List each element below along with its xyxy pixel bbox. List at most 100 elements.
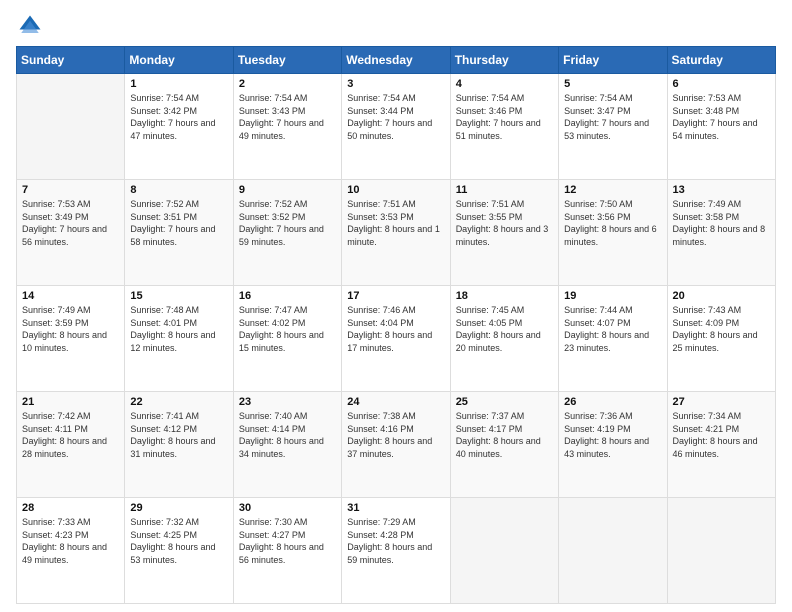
calendar-cell: 11 Sunrise: 7:51 AMSunset: 3:55 PMDayligh… xyxy=(450,180,558,286)
calendar-cell: 28 Sunrise: 7:33 AMSunset: 4:23 PMDayligh… xyxy=(17,498,125,604)
calendar-cell: 21Sunrise: 7:42 AMSunset: 4:11 PMDayligh… xyxy=(17,392,125,498)
day-number: 16 xyxy=(239,290,336,302)
calendar-week-row: 28 Sunrise: 7:33 AMSunset: 4:23 PMDayligh… xyxy=(17,498,776,604)
calendar-cell: 15 Sunrise: 7:48 AMSunset: 4:01 PMDayligh… xyxy=(125,286,233,392)
day-number: 15 xyxy=(130,290,227,302)
calendar-cell: 14 Sunrise: 7:49 AMSunset: 3:59 PMDayligh… xyxy=(17,286,125,392)
day-number: 27 xyxy=(673,396,770,408)
calendar-table: SundayMondayTuesdayWednesdayThursdayFrid… xyxy=(16,46,776,604)
day-number: 29 xyxy=(130,502,227,514)
calendar-cell: 5Sunrise: 7:54 AMSunset: 3:47 PMDaylight… xyxy=(559,74,667,180)
day-number: 9 xyxy=(239,184,336,196)
cell-info: Sunrise: 7:40 AMSunset: 4:14 PMDaylight:… xyxy=(239,410,336,460)
calendar-cell: 25Sunrise: 7:37 AMSunset: 4:17 PMDayligh… xyxy=(450,392,558,498)
calendar-cell: 4 Sunrise: 7:54 AMSunset: 3:46 PMDaylight… xyxy=(450,74,558,180)
calendar-cell: 31 Sunrise: 7:29 AMSunset: 4:28 PMDayligh… xyxy=(342,498,450,604)
cell-info: Sunrise: 7:43 AMSunset: 4:09 PMDaylight:… xyxy=(673,304,770,354)
day-number: 11 xyxy=(456,184,553,196)
cell-info: Sunrise: 7:49 AMSunset: 3:59 PMDaylight:… xyxy=(22,304,119,354)
cell-info: Sunrise: 7:29 AMSunset: 4:28 PMDaylight:… xyxy=(347,516,444,566)
calendar-cell: 16 Sunrise: 7:47 AMSunset: 4:02 PMDayligh… xyxy=(233,286,341,392)
day-number: 6 xyxy=(673,78,770,90)
cell-info: Sunrise: 7:54 AMSunset: 3:47 PMDaylight:… xyxy=(564,92,661,142)
cell-info: Sunrise: 7:52 AMSunset: 3:51 PMDaylight:… xyxy=(130,198,227,248)
calendar-cell: 2Sunrise: 7:54 AMSunset: 3:43 PMDaylight… xyxy=(233,74,341,180)
day-number: 24 xyxy=(347,396,444,408)
day-number: 7 xyxy=(22,184,119,196)
calendar-cell: 27 Sunrise: 7:34 AMSunset: 4:21 PMDayligh… xyxy=(667,392,775,498)
cell-info: Sunrise: 7:49 AMSunset: 3:58 PMDaylight:… xyxy=(673,198,770,248)
day-number: 18 xyxy=(456,290,553,302)
weekday-header-wednesday: Wednesday xyxy=(342,47,450,74)
cell-info: Sunrise: 7:33 AMSunset: 4:23 PMDaylight:… xyxy=(22,516,119,566)
calendar-cell: 13 Sunrise: 7:49 AMSunset: 3:58 PMDayligh… xyxy=(667,180,775,286)
day-number: 21 xyxy=(22,396,119,408)
cell-info: Sunrise: 7:54 AMSunset: 3:46 PMDaylight:… xyxy=(456,92,553,142)
cell-info: Sunrise: 7:51 AMSunset: 3:53 PMDaylight:… xyxy=(347,198,444,248)
header xyxy=(16,12,776,40)
logo-icon xyxy=(16,12,44,40)
calendar-cell xyxy=(667,498,775,604)
calendar-cell: 24 Sunrise: 7:38 AMSunset: 4:16 PMDayligh… xyxy=(342,392,450,498)
day-number: 14 xyxy=(22,290,119,302)
day-number: 3 xyxy=(347,78,444,90)
day-number: 4 xyxy=(456,78,553,90)
calendar-cell: 29 Sunrise: 7:32 AMSunset: 4:25 PMDayligh… xyxy=(125,498,233,604)
calendar-cell xyxy=(17,74,125,180)
calendar-cell: 12Sunrise: 7:50 AMSunset: 3:56 PMDayligh… xyxy=(559,180,667,286)
day-number: 10 xyxy=(347,184,444,196)
calendar-cell: 30 Sunrise: 7:30 AMSunset: 4:27 PMDayligh… xyxy=(233,498,341,604)
weekday-header-thursday: Thursday xyxy=(450,47,558,74)
cell-info: Sunrise: 7:46 AMSunset: 4:04 PMDaylight:… xyxy=(347,304,444,354)
day-number: 17 xyxy=(347,290,444,302)
calendar-cell: 19Sunrise: 7:44 AMSunset: 4:07 PMDayligh… xyxy=(559,286,667,392)
day-number: 12 xyxy=(564,184,661,196)
day-number: 8 xyxy=(130,184,227,196)
weekday-header-tuesday: Tuesday xyxy=(233,47,341,74)
cell-info: Sunrise: 7:45 AMSunset: 4:05 PMDaylight:… xyxy=(456,304,553,354)
cell-info: Sunrise: 7:54 AMSunset: 3:44 PMDaylight:… xyxy=(347,92,444,142)
calendar-cell xyxy=(559,498,667,604)
weekday-header-monday: Monday xyxy=(125,47,233,74)
calendar-cell: 20Sunrise: 7:43 AMSunset: 4:09 PMDayligh… xyxy=(667,286,775,392)
day-number: 26 xyxy=(564,396,661,408)
calendar-week-row: 21Sunrise: 7:42 AMSunset: 4:11 PMDayligh… xyxy=(17,392,776,498)
cell-info: Sunrise: 7:53 AMSunset: 3:48 PMDaylight:… xyxy=(673,92,770,142)
calendar-cell: 17 Sunrise: 7:46 AMSunset: 4:04 PMDayligh… xyxy=(342,286,450,392)
calendar-week-row: 7 Sunrise: 7:53 AMSunset: 3:49 PMDaylight… xyxy=(17,180,776,286)
calendar-cell: 6 Sunrise: 7:53 AMSunset: 3:48 PMDaylight… xyxy=(667,74,775,180)
calendar-week-row: 14 Sunrise: 7:49 AMSunset: 3:59 PMDayligh… xyxy=(17,286,776,392)
page: SundayMondayTuesdayWednesdayThursdayFrid… xyxy=(0,0,792,612)
day-number: 28 xyxy=(22,502,119,514)
day-number: 22 xyxy=(130,396,227,408)
cell-info: Sunrise: 7:47 AMSunset: 4:02 PMDaylight:… xyxy=(239,304,336,354)
cell-info: Sunrise: 7:30 AMSunset: 4:27 PMDaylight:… xyxy=(239,516,336,566)
weekday-header-friday: Friday xyxy=(559,47,667,74)
cell-info: Sunrise: 7:41 AMSunset: 4:12 PMDaylight:… xyxy=(130,410,227,460)
day-number: 31 xyxy=(347,502,444,514)
day-number: 30 xyxy=(239,502,336,514)
cell-info: Sunrise: 7:32 AMSunset: 4:25 PMDaylight:… xyxy=(130,516,227,566)
cell-info: Sunrise: 7:53 AMSunset: 3:49 PMDaylight:… xyxy=(22,198,119,248)
weekday-header-row: SundayMondayTuesdayWednesdayThursdayFrid… xyxy=(17,47,776,74)
cell-info: Sunrise: 7:51 AMSunset: 3:55 PMDaylight:… xyxy=(456,198,553,248)
cell-info: Sunrise: 7:52 AMSunset: 3:52 PMDaylight:… xyxy=(239,198,336,248)
calendar-cell: 1 Sunrise: 7:54 AMSunset: 3:42 PMDaylight… xyxy=(125,74,233,180)
day-number: 13 xyxy=(673,184,770,196)
cell-info: Sunrise: 7:54 AMSunset: 3:42 PMDaylight:… xyxy=(130,92,227,142)
day-number: 23 xyxy=(239,396,336,408)
weekday-header-saturday: Saturday xyxy=(667,47,775,74)
cell-info: Sunrise: 7:48 AMSunset: 4:01 PMDaylight:… xyxy=(130,304,227,354)
day-number: 1 xyxy=(130,78,227,90)
cell-info: Sunrise: 7:54 AMSunset: 3:43 PMDaylight:… xyxy=(239,92,336,142)
cell-info: Sunrise: 7:44 AMSunset: 4:07 PMDaylight:… xyxy=(564,304,661,354)
cell-info: Sunrise: 7:38 AMSunset: 4:16 PMDaylight:… xyxy=(347,410,444,460)
cell-info: Sunrise: 7:37 AMSunset: 4:17 PMDaylight:… xyxy=(456,410,553,460)
calendar-cell: 10 Sunrise: 7:51 AMSunset: 3:53 PMDayligh… xyxy=(342,180,450,286)
calendar-cell: 26 Sunrise: 7:36 AMSunset: 4:19 PMDayligh… xyxy=(559,392,667,498)
calendar-cell xyxy=(450,498,558,604)
cell-info: Sunrise: 7:36 AMSunset: 4:19 PMDaylight:… xyxy=(564,410,661,460)
calendar-cell: 7 Sunrise: 7:53 AMSunset: 3:49 PMDaylight… xyxy=(17,180,125,286)
calendar-cell: 22 Sunrise: 7:41 AMSunset: 4:12 PMDayligh… xyxy=(125,392,233,498)
cell-info: Sunrise: 7:34 AMSunset: 4:21 PMDaylight:… xyxy=(673,410,770,460)
